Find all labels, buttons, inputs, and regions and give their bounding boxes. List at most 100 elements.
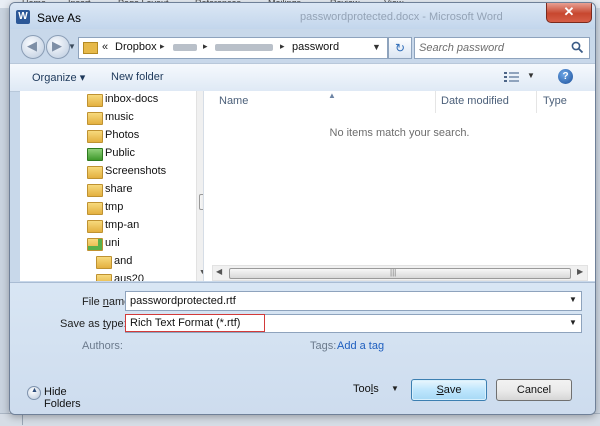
- column-header-date-modified[interactable]: Date modified: [441, 95, 509, 107]
- search-box[interactable]: [414, 37, 590, 59]
- chevron-down-icon[interactable]: ▼: [569, 318, 577, 327]
- save-button[interactable]: Save: [411, 379, 487, 401]
- folder-label: Photos: [105, 129, 140, 141]
- arrow-left-icon: ◀: [27, 38, 37, 53]
- command-toolbar: Organize ▾ New folder ▼ ?: [10, 63, 595, 92]
- refresh-button[interactable]: ↻: [388, 37, 412, 59]
- navigation-row: ◀ ▶ ▼ « Dropbox ▸ ▸ ▸ password ▼ ↻: [10, 31, 595, 61]
- folder-label: share: [105, 183, 133, 195]
- save-as-dialog: W Save As passwordprotected.docx - Micro…: [9, 2, 596, 415]
- nav-folder-item[interactable]: inbox-docs: [20, 91, 190, 109]
- column-separator[interactable]: [536, 91, 537, 113]
- folder-label: tmp-an: [105, 219, 140, 231]
- dialog-title: Save As: [37, 11, 82, 25]
- nav-folder-item[interactable]: uni: [20, 235, 190, 253]
- address-bar[interactable]: « Dropbox ▸ ▸ ▸ password ▼: [78, 37, 388, 59]
- search-input[interactable]: [419, 40, 565, 55]
- scroll-left-arrow-icon[interactable]: ◀: [216, 267, 222, 276]
- address-overflow-chevron[interactable]: «: [102, 41, 108, 53]
- tools-dropdown-icon[interactable]: ▼: [391, 384, 399, 393]
- scroll-right-arrow-icon[interactable]: ▶: [577, 267, 583, 276]
- file-name-input[interactable]: [130, 294, 550, 308]
- folder-icon: [96, 256, 112, 269]
- folder-label: inbox-docs: [105, 93, 159, 105]
- breadcrumb-dropbox[interactable]: Dropbox: [115, 41, 157, 53]
- nav-folder-item[interactable]: music: [20, 109, 190, 127]
- redacted-crumb: [215, 44, 273, 51]
- view-options-icon[interactable]: [504, 71, 520, 83]
- folder-label: Screenshots: [105, 165, 167, 177]
- column-header-type[interactable]: Type: [543, 95, 567, 107]
- help-icon[interactable]: ?: [558, 69, 573, 84]
- forward-button[interactable]: ▶: [46, 35, 70, 59]
- nav-folder-item[interactable]: Public: [20, 145, 190, 163]
- recent-locations-dropdown[interactable]: ▼: [68, 42, 76, 51]
- nav-folder-item[interactable]: share: [20, 181, 190, 199]
- breadcrumb-separator[interactable]: ▸: [203, 41, 208, 52]
- label-text: s: [373, 383, 379, 395]
- column-header-name[interactable]: Name: [219, 95, 248, 107]
- label-text: ype:: [105, 318, 127, 330]
- nav-folder-item[interactable]: and: [20, 253, 190, 271]
- label-text: File: [82, 296, 103, 308]
- authors-label: Authors:: [82, 340, 123, 352]
- label-text: ave: [443, 384, 462, 396]
- breadcrumb-password[interactable]: password: [292, 41, 339, 53]
- folder-label: aus20: [114, 273, 144, 281]
- folder-icon: [87, 184, 103, 197]
- back-button[interactable]: ◀: [21, 35, 45, 59]
- chevron-up-icon: ▲: [31, 387, 38, 394]
- nav-folder-item[interactable]: tmp-an: [20, 217, 190, 235]
- arrow-right-icon: ▶: [52, 38, 62, 53]
- nav-folder-item[interactable]: tmp: [20, 199, 190, 217]
- view-dropdown[interactable]: ▼: [527, 71, 535, 80]
- horizontal-scrollbar[interactable]: ◀ ||| ▶: [212, 265, 588, 281]
- save-as-type-select[interactable]: Rich Text Format (*.rtf) ▼: [125, 314, 582, 333]
- breadcrumb-separator[interactable]: ▸: [280, 41, 285, 52]
- background-left-margin: [0, 8, 9, 425]
- file-name-combobox[interactable]: ▼: [125, 291, 582, 311]
- chevron-down-icon[interactable]: ▼: [569, 295, 577, 304]
- redacted-crumb: [173, 44, 197, 51]
- folder-label: uni: [105, 237, 120, 249]
- save-as-type-value: Rich Text Format (*.rtf): [130, 317, 241, 329]
- new-folder-button[interactable]: New folder: [111, 71, 164, 83]
- folder-icon: [87, 130, 103, 143]
- label-text: Too: [353, 383, 371, 395]
- tags-label: Tags:: [310, 340, 337, 352]
- folder-icon: [87, 220, 103, 233]
- cancel-button[interactable]: Cancel: [496, 379, 572, 401]
- nav-folder-item[interactable]: aus20: [20, 271, 190, 281]
- folder-icon: [96, 274, 112, 281]
- close-button[interactable]: ✕: [546, 3, 592, 23]
- scrollbar-thumb[interactable]: |||: [229, 268, 571, 279]
- navigation-pane: inbox-docs music Photos Public Screensho…: [20, 91, 204, 281]
- grip-icon: |||: [390, 268, 397, 277]
- folder-icon: [87, 94, 103, 107]
- add-tag-link[interactable]: Add a tag: [337, 340, 384, 352]
- folder-icon: [87, 166, 103, 179]
- folder-label: and: [114, 255, 133, 267]
- nav-pane-scrollbar[interactable]: ▼: [196, 91, 203, 281]
- organize-button[interactable]: Organize ▾: [32, 71, 85, 84]
- column-separator[interactable]: [435, 91, 436, 113]
- shared-folder-icon: [87, 148, 103, 161]
- nav-folder-item[interactable]: Screenshots: [20, 163, 190, 181]
- address-dropdown[interactable]: ▼: [372, 42, 381, 52]
- background-window-title: passwordprotected.docx - Microsoft Word: [300, 11, 503, 23]
- synced-folder-icon: [87, 238, 103, 251]
- collapse-icon: ▲: [27, 386, 41, 400]
- hide-folders-label: Hide Folders: [44, 386, 81, 410]
- tools-button[interactable]: Tools: [353, 383, 379, 395]
- access-key: S: [436, 384, 444, 396]
- save-as-type-label: Save as type:: [60, 318, 127, 330]
- nav-folder-item[interactable]: Photos: [20, 127, 190, 145]
- folder-icon: [87, 112, 103, 125]
- file-list-pane: ▲ Name Date modified Type No items match…: [204, 91, 595, 281]
- folder-icon: [83, 42, 98, 54]
- title-bar[interactable]: W Save As passwordprotected.docx - Micro…: [10, 3, 595, 29]
- search-icon[interactable]: [571, 41, 584, 54]
- folder-label: music: [105, 111, 134, 123]
- save-form-area: File name: ▼ Save as type: Rich Text For…: [10, 282, 595, 414]
- breadcrumb-separator[interactable]: ▸: [160, 41, 165, 52]
